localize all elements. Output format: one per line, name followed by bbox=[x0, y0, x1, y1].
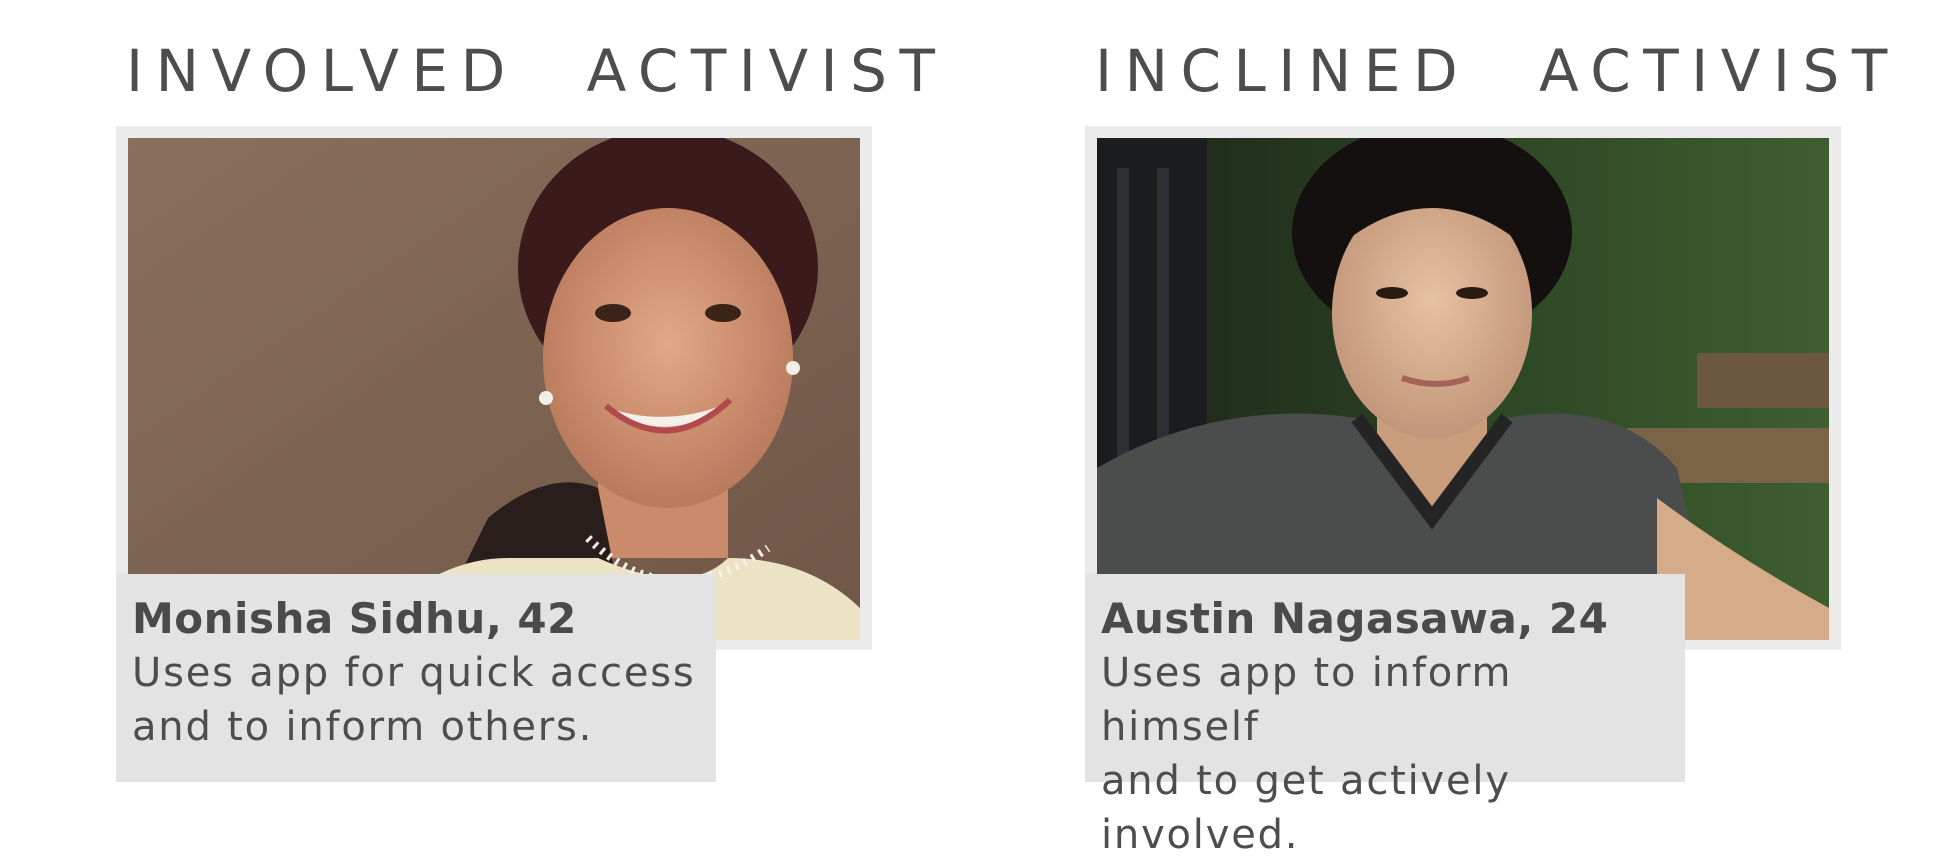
persona-caption: Monisha Sidhu, 42 Uses app for quick acc… bbox=[116, 574, 716, 782]
persona-card-inclined-activist: INCLINED ACTIVIST Austin Nagasawa, 24 Us… bbox=[1085, 0, 1887, 858]
persona-description-line-1: Uses app to inform himself bbox=[1101, 650, 1513, 750]
persona-description-line-2: and to inform others. bbox=[132, 704, 594, 750]
persona-photo bbox=[1097, 138, 1829, 640]
portrait-man-image bbox=[1097, 138, 1829, 640]
persona-caption: Austin Nagasawa, 24 Uses app to inform h… bbox=[1085, 574, 1685, 858]
persona-card-involved-activist: INVOLVED ACTIVIST Monisha Sidhu, 42 Uses… bbox=[116, 0, 935, 800]
persona-name: Monisha Sidhu, 42 bbox=[132, 594, 577, 643]
photo-frame bbox=[116, 126, 872, 650]
photo-frame bbox=[1085, 126, 1841, 650]
persona-name: Austin Nagasawa, 24 bbox=[1101, 594, 1609, 643]
persona-heading: INCLINED ACTIVIST bbox=[1095, 37, 1900, 105]
persona-photo bbox=[128, 138, 860, 640]
persona-description-line-2: and to get actively involved. bbox=[1101, 758, 1511, 858]
portrait-woman-image bbox=[128, 138, 860, 640]
persona-description-line-1: Uses app for quick access bbox=[132, 650, 696, 696]
persona-heading: INVOLVED ACTIVIST bbox=[126, 37, 948, 105]
